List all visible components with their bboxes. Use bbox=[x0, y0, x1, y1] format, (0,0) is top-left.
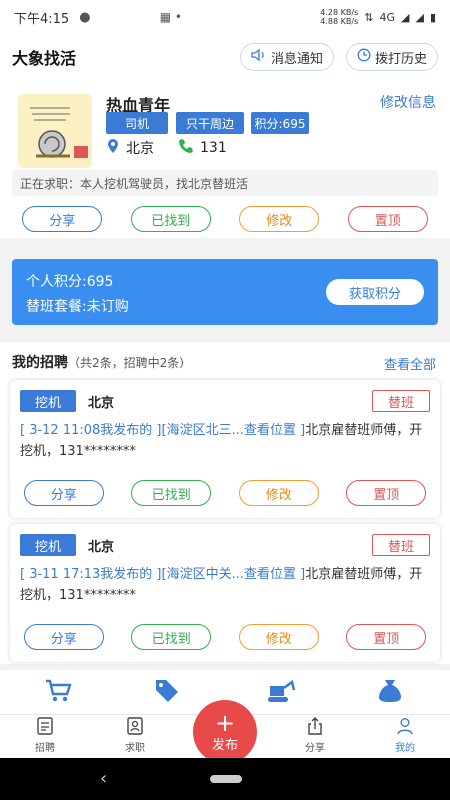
get-points-button[interactable]: 获取积分 bbox=[326, 279, 424, 305]
notify-button[interactable]: 消息通知 bbox=[239, 43, 334, 71]
clock-icon bbox=[357, 48, 371, 66]
job-city: 北京 bbox=[88, 540, 115, 555]
job-location-link[interactable]: [海淀区中关...查看位置 ] bbox=[162, 567, 306, 582]
app-title: 大象找活 bbox=[12, 49, 77, 68]
recruit-subtitle: （共2条，招聘中2条） bbox=[68, 356, 192, 370]
phone-text: 131 bbox=[200, 140, 227, 156]
tag-driver: 司机 bbox=[106, 112, 168, 134]
pin-top-button[interactable]: 置顶 bbox=[347, 206, 428, 232]
recruit-header: 我的招聘（共2条，招聘中2条） bbox=[12, 352, 191, 372]
calendar-icon: ▦ • bbox=[159, 10, 182, 24]
back-chevron-icon[interactable]: ‹ bbox=[100, 768, 107, 789]
cart-icon[interactable] bbox=[44, 678, 72, 708]
call-history-button[interactable]: 拨打历史 bbox=[345, 43, 438, 71]
seeking-text: 正在求职：本人挖机驾驶员，找北京替班活 bbox=[12, 170, 438, 196]
recruit-section: 我的招聘（共2条，招聘中2条） 查看全部 挖机 北京 替班 [ 3-12 11:… bbox=[0, 342, 450, 664]
status-time: 下午4:15 bbox=[14, 11, 70, 27]
job-modify-button[interactable]: 修改 bbox=[238, 624, 319, 650]
package-status: 替班套餐:未订购 bbox=[26, 299, 129, 315]
tab-mine[interactable]: 我的 bbox=[360, 715, 450, 758]
tab-mine-label: 我的 bbox=[395, 743, 415, 754]
share-icon bbox=[305, 716, 325, 739]
location-text: 北京 bbox=[126, 141, 154, 157]
tab-job-seek[interactable]: 求职 bbox=[90, 715, 180, 758]
system-nav-bar: ‹ bbox=[0, 758, 450, 800]
tab-job-seek-label: 求职 bbox=[125, 743, 145, 754]
status-bar: 下午4:15 ● ▦ • 4.28 KB/s 4.88 KB/s ⇅ 4G ◢ … bbox=[0, 0, 450, 34]
view-all-link[interactable]: 查看全部 bbox=[384, 354, 436, 373]
job-modify-button[interactable]: 修改 bbox=[238, 480, 319, 506]
plus-icon: + bbox=[214, 708, 236, 737]
found-button[interactable]: 已找到 bbox=[130, 206, 211, 232]
job-share-button[interactable]: 分享 bbox=[23, 624, 104, 650]
user-icon bbox=[395, 716, 415, 739]
speaker-icon bbox=[251, 48, 267, 66]
job-share-button[interactable]: 分享 bbox=[23, 480, 104, 506]
phone-icon bbox=[178, 138, 194, 158]
data-arrows-icon: ⇅ bbox=[364, 10, 374, 24]
job-pin-top-button[interactable]: 置顶 bbox=[346, 480, 427, 506]
profile-card: 热血青年 修改信息 司机 只干周边 积分:695 北京 131 正在求职：本人挖… bbox=[0, 80, 450, 238]
job-time: [ 3-12 11:08我发布的 ] bbox=[20, 423, 162, 438]
job-description: [ 3-11 17:13我发布的 ][海淀区中关...查看位置 ]北京雇替班师傅… bbox=[20, 564, 432, 606]
share-button[interactable]: 分享 bbox=[22, 206, 103, 232]
money-bag-icon[interactable] bbox=[376, 676, 404, 708]
job-actions: 分享 已找到 修改 置顶 bbox=[10, 480, 440, 506]
job-found-button[interactable]: 已找到 bbox=[131, 480, 212, 506]
edit-info-link[interactable]: 修改信息 bbox=[380, 92, 436, 112]
recruit-doc-icon bbox=[35, 716, 55, 739]
avatar[interactable] bbox=[18, 94, 92, 168]
tab-share[interactable]: 分享 bbox=[270, 715, 360, 758]
job-city: 北京 bbox=[88, 396, 115, 411]
history-label: 拨打历史 bbox=[374, 51, 427, 67]
location: 北京 bbox=[106, 138, 154, 158]
job-found-button[interactable]: 已找到 bbox=[131, 624, 212, 650]
job-tag: 挖机 bbox=[20, 390, 76, 412]
top-bar: 大象找活 消息通知 拨打历史 bbox=[0, 34, 450, 80]
phone[interactable]: 131 bbox=[178, 138, 227, 158]
tab-recruit[interactable]: 招聘 bbox=[0, 715, 90, 758]
job-actions: 分享 已找到 修改 置顶 bbox=[10, 624, 440, 650]
modify-button[interactable]: 修改 bbox=[239, 206, 320, 232]
notify-label: 消息通知 bbox=[270, 51, 323, 67]
network-type: 4G bbox=[379, 10, 395, 24]
publish-button[interactable]: + 发布 bbox=[193, 700, 257, 764]
job-tag: 挖机 bbox=[20, 534, 76, 556]
job-description: [ 3-12 11:08我发布的 ][海淀区北三...查看位置 ]北京雇替班师傅… bbox=[20, 420, 432, 462]
price-tag-icon[interactable] bbox=[152, 676, 180, 708]
points-card: 个人积分:695 替班套餐:未订购 获取积分 bbox=[12, 259, 438, 325]
person-card-icon bbox=[125, 716, 145, 739]
excavator-icon[interactable] bbox=[266, 678, 296, 708]
job-card[interactable]: 挖机 北京 替班 [ 3-12 11:08我发布的 ][海淀区北三...查看位置… bbox=[10, 380, 440, 518]
job-time: [ 3-11 17:13我发布的 ] bbox=[20, 567, 162, 582]
wechat-icon: ● bbox=[79, 9, 91, 25]
signal2-icon: ◢ bbox=[415, 10, 424, 24]
job-pin-top-button[interactable]: 置顶 bbox=[346, 624, 427, 650]
profile-actions: 分享 已找到 修改 置顶 bbox=[0, 206, 450, 232]
signal-icon: ◢ bbox=[401, 10, 410, 24]
recruit-title: 我的招聘 bbox=[12, 355, 68, 371]
job-type-badge: 替班 bbox=[372, 534, 430, 556]
job-location-link[interactable]: [海淀区北三...查看位置 ] bbox=[162, 423, 306, 438]
personal-points: 个人积分:695 bbox=[26, 274, 114, 290]
speed-down: 4.88 KB/s bbox=[320, 17, 359, 26]
speed-up: 4.28 KB/s bbox=[320, 8, 359, 17]
tag-points: 积分:695 bbox=[251, 112, 309, 134]
home-pill[interactable] bbox=[210, 775, 242, 783]
location-pin-icon bbox=[106, 138, 120, 158]
tag-nearby: 只干周边 bbox=[176, 112, 244, 134]
job-card[interactable]: 挖机 北京 替班 [ 3-11 17:13我发布的 ][海淀区中关...查看位置… bbox=[10, 524, 440, 662]
tab-share-label: 分享 bbox=[305, 743, 325, 754]
battery-icon: ▮ bbox=[429, 10, 436, 24]
tab-recruit-label: 招聘 bbox=[35, 743, 55, 754]
publish-label: 发布 bbox=[211, 737, 238, 753]
job-type-badge: 替班 bbox=[372, 390, 430, 412]
